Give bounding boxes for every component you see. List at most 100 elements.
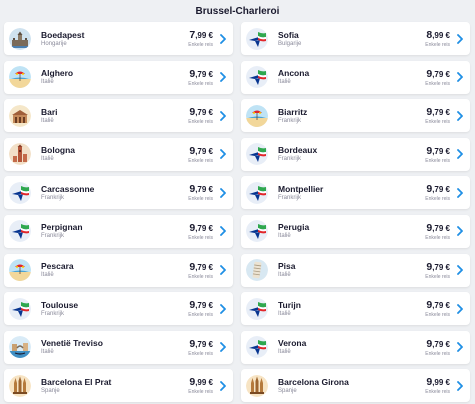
beach-icon (246, 104, 268, 127)
chevron-right-icon[interactable] (456, 149, 464, 160)
destination-card[interactable]: Perpignan Frankrijk 9,79 € Enkele reis (4, 214, 233, 248)
chevron-right-icon[interactable] (456, 72, 464, 82)
chevron-right-icon[interactable] (219, 380, 227, 391)
beach-icon (9, 259, 31, 282)
destination-card[interactable]: Boedapest Hongarije 7,99 € Enkele reis (4, 22, 233, 55)
destination-city: Bordeaux (278, 145, 318, 156)
destination-info: Barcelona Girona Spanje (278, 377, 425, 395)
destination-card[interactable]: Bordeaux Frankrijk 9,79 € Enkele reis (241, 137, 470, 171)
price-type: Enkele reis (188, 389, 213, 396)
price-decimal: ,79 € (432, 262, 450, 272)
chevron-right-icon[interactable] (456, 187, 464, 198)
destination-card[interactable]: Ancona Italië 9,79 € Enkele reis (241, 60, 470, 94)
destination-card[interactable]: Toulouse Frankrijk 9,79 € Enkele reis (4, 292, 233, 326)
destination-card[interactable]: Barcelona El Prat Spanje 9,99 € Enkele reis (4, 369, 233, 403)
destination-city: Verona (278, 338, 307, 349)
price-box: 9,79 € Enkele reis (425, 299, 450, 318)
plane-flag-icon (246, 336, 268, 359)
leaning-tower-icon (246, 259, 268, 282)
destination-card[interactable]: Pescara Italië 9,79 € Enkele reis (4, 253, 233, 287)
chevron-right-icon[interactable] (219, 226, 227, 237)
destination-info: Pisa Italië (278, 261, 425, 279)
price: 9,99 € (425, 376, 450, 389)
plane-flag-icon (246, 27, 268, 50)
price-decimal: ,79 € (195, 223, 213, 233)
price-box: 9,79 € Enkele reis (425, 222, 450, 241)
destination-card[interactable]: Bari Italië 9,79 € Enkele reis (4, 99, 233, 133)
price-type: Enkele reis (425, 312, 450, 319)
price-box: 7,99 € Enkele reis (188, 29, 213, 48)
price: 7,99 € (188, 29, 213, 42)
price-decimal: ,79 € (432, 69, 450, 79)
destination-info: Bordeaux Frankrijk (278, 145, 425, 163)
destination-country: Hongarije (41, 40, 67, 47)
price: 9,79 € (425, 68, 450, 81)
destination-city: Biarritz (278, 106, 308, 117)
destination-country: Spanje (41, 387, 60, 394)
chevron-right-icon[interactable] (219, 33, 227, 44)
destination-card[interactable]: Biarritz Frankrijk 9,79 € Enkele reis (241, 99, 470, 133)
price-box: 9,79 € Enkele reis (188, 106, 213, 125)
destination-city: Alghero (41, 68, 74, 79)
chevron-right-icon[interactable] (219, 72, 227, 82)
price-decimal: ,79 € (195, 262, 213, 272)
price-decimal: ,99 € (195, 31, 213, 40)
destination-city: Turijn (278, 299, 301, 310)
destination-card[interactable]: Perugia Italië 9,79 € Enkele reis (241, 214, 470, 248)
destination-card[interactable]: Montpellier Frankrijk 9,79 € Enkele reis (241, 176, 470, 210)
chevron-right-icon[interactable] (456, 33, 464, 44)
destination-card[interactable]: Sofia Bulgarije 8,99 € Enkele reis (241, 22, 470, 55)
price-box: 9,79 € Enkele reis (188, 299, 213, 318)
price-decimal: ,79 € (195, 108, 213, 118)
destination-card[interactable]: Bologna Italië 9,79 € Enkele reis (4, 137, 233, 171)
destination-city: Pisa (278, 261, 296, 272)
destination-card[interactable]: Venetië Treviso Italië 9,79 € Enkele reis (4, 330, 233, 364)
destination-country: Frankrijk (41, 310, 65, 317)
chevron-right-icon[interactable] (456, 110, 464, 121)
price-box: 9,79 € Enkele reis (425, 338, 450, 357)
price-type: Enkele reis (188, 234, 213, 241)
chevron-right-icon[interactable] (456, 265, 464, 275)
price: 9,79 € (188, 222, 213, 235)
page-title-bar: Brussel-Charleroi (0, 0, 475, 22)
chevron-right-icon[interactable] (219, 265, 227, 275)
destination-card[interactable]: Barcelona Girona Spanje 9,99 € Enkele reis (241, 369, 470, 403)
destination-city: Ancona (278, 68, 310, 79)
chevron-right-icon[interactable] (456, 380, 464, 391)
chevron-right-icon[interactable] (219, 342, 227, 353)
destination-country: Frankrijk (278, 117, 302, 124)
chevron-right-icon[interactable] (456, 226, 464, 237)
plane-flag-icon (246, 297, 268, 320)
destination-card[interactable]: Alghero Italië 9,79 € Enkele reis (4, 60, 233, 94)
price-box: 9,79 € Enkele reis (425, 106, 450, 125)
chevron-right-icon[interactable] (456, 303, 464, 314)
price: 9,79 € (188, 338, 213, 351)
chevron-right-icon[interactable] (219, 303, 227, 314)
price-box: 9,79 € Enkele reis (425, 145, 450, 164)
destination-card[interactable]: Carcassonne Frankrijk 9,79 € Enkele reis (4, 176, 233, 210)
destination-info: Perpignan Frankrijk (41, 222, 188, 240)
destination-country: Frankrijk (278, 194, 302, 201)
basilica-icon (9, 374, 31, 397)
destination-city: Barcelona Girona (278, 376, 349, 387)
chevron-right-icon[interactable] (219, 149, 227, 160)
destination-country: Frankrijk (278, 156, 302, 163)
destination-card[interactable]: Turijn Italië 9,79 € Enkele reis (241, 292, 470, 326)
destination-city: Sofia (278, 29, 299, 40)
chevron-right-icon[interactable] (456, 342, 464, 353)
destination-card[interactable]: Verona Italië 9,79 € Enkele reis (241, 330, 470, 364)
destination-city: Pescara (41, 261, 74, 272)
destination-card[interactable]: Pisa Italië 9,79 € Enkele reis (241, 253, 470, 287)
chevron-right-icon[interactable] (219, 187, 227, 198)
price-box: 9,79 € Enkele reis (188, 261, 213, 280)
destination-info: Biarritz Frankrijk (278, 107, 425, 125)
landmark-icon (9, 104, 31, 127)
destination-city: Perpignan (41, 222, 83, 233)
price-decimal: ,79 € (432, 339, 450, 349)
price-type: Enkele reis (425, 273, 450, 280)
destination-country: Italië (41, 349, 54, 356)
price-decimal: ,79 € (195, 146, 213, 156)
chevron-right-icon[interactable] (219, 110, 227, 121)
destination-info: Toulouse Frankrijk (41, 300, 188, 318)
destination-info: Bari Italië (41, 107, 188, 125)
